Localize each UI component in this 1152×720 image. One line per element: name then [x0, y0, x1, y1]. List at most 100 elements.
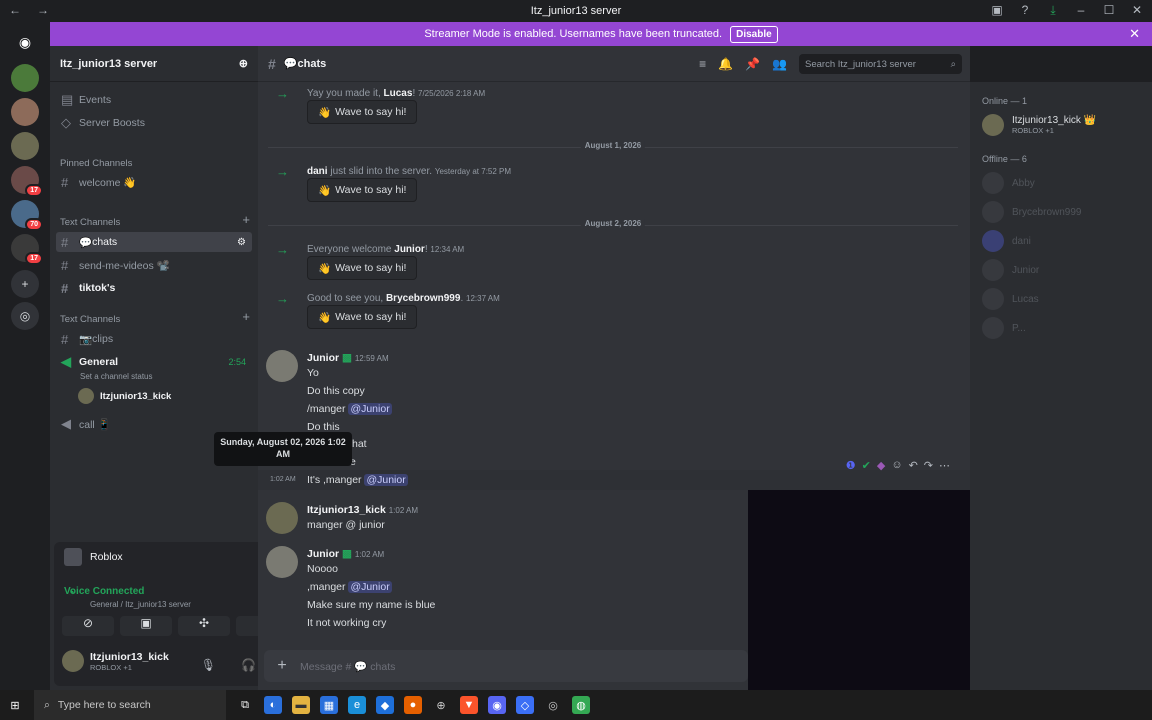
- wave-button[interactable]: 👋 Wave to say hi!: [307, 256, 418, 280]
- message-author[interactable]: Itzjunior13_kick: [307, 504, 386, 516]
- forward-icon[interactable]: →: [36, 3, 50, 17]
- app-icon[interactable]: ◆: [376, 696, 394, 714]
- text-channels-header[interactable]: Text Channels: [60, 217, 120, 228]
- add-server-icon[interactable]: +: [11, 270, 39, 298]
- avatar[interactable]: [266, 350, 298, 382]
- members-icon[interactable]: 👥: [772, 57, 787, 71]
- voice-user[interactable]: Itzjunior13_kick: [78, 388, 171, 404]
- member-item[interactable]: Junior: [982, 259, 1039, 281]
- more-icon[interactable]: ⋯: [939, 459, 950, 472]
- member-item[interactable]: Lucas: [982, 288, 1039, 310]
- server-icon[interactable]: 17: [11, 166, 43, 197]
- reply-icon[interactable]: ↶: [909, 459, 918, 472]
- settings-icon[interactable]: ⚙: [237, 237, 246, 248]
- text-channels-header-2[interactable]: Text Channels: [60, 314, 120, 325]
- channel-status[interactable]: Set a channel status: [80, 372, 153, 381]
- user-mention[interactable]: @Junior: [348, 403, 392, 415]
- minimize-icon[interactable]: –: [1074, 3, 1088, 18]
- avatar[interactable]: [266, 502, 298, 534]
- server-icon[interactable]: [11, 132, 39, 160]
- add-member-icon[interactable]: ⊕: [239, 57, 248, 70]
- server-icon[interactable]: [11, 64, 39, 92]
- close-icon[interactable]: ✕: [1129, 26, 1140, 42]
- server-boosts-item[interactable]: ◇ Server Boosts: [56, 113, 252, 133]
- discord-icon[interactable]: ◉: [488, 696, 506, 714]
- add-reaction-icon[interactable]: ☺: [891, 459, 902, 471]
- taskbar-search[interactable]: ⌕ Type here to search: [34, 690, 226, 720]
- back-icon[interactable]: ←: [8, 3, 22, 17]
- windows-start-icon[interactable]: ⊞: [6, 696, 24, 714]
- forward-icon[interactable]: ↷: [924, 459, 933, 472]
- help-icon[interactable]: ?: [1018, 3, 1032, 18]
- threads-icon[interactable]: ≡: [699, 57, 706, 71]
- channel-tiktoks[interactable]: # tiktok's: [56, 278, 252, 298]
- obs-icon[interactable]: ◎: [544, 696, 562, 714]
- username[interactable]: Brycebrown999: [386, 293, 460, 304]
- task-view-icon[interactable]: ⧉: [236, 696, 254, 714]
- member-item[interactable]: Itzjunior13_kick 👑 ROBLOX +1: [982, 114, 1096, 136]
- server-header[interactable]: Itz_junior13 server ⊕: [50, 46, 258, 82]
- channel-chats[interactable]: # 💬 chats ⚙: [56, 232, 252, 252]
- message-author[interactable]: Junior: [307, 548, 339, 560]
- search-input[interactable]: Search Itz_junior13 server ⌕: [799, 54, 962, 74]
- voice-channel-label[interactable]: General / Itz_junior13 server: [90, 600, 191, 609]
- channel-clips[interactable]: # 📷 clips: [56, 329, 252, 349]
- user-mention[interactable]: @Junior: [348, 581, 392, 593]
- mic-icon[interactable]: 🎙: [201, 658, 216, 672]
- message-input[interactable]: Message # 💬 chats: [300, 660, 395, 673]
- roblox-icon[interactable]: ◇: [516, 696, 534, 714]
- avatar[interactable]: [266, 546, 298, 578]
- close-icon[interactable]: ✕: [1130, 3, 1144, 18]
- server-icon[interactable]: [11, 98, 39, 126]
- user-mention[interactable]: @Junior: [364, 474, 408, 486]
- maximize-icon[interactable]: ☐: [1102, 3, 1116, 18]
- voice-channel-general[interactable]: ◀ General 2:54: [56, 352, 252, 372]
- hover-timestamp[interactable]: 1:02 AM: [270, 476, 296, 483]
- headphones-icon[interactable]: 🎧: [241, 658, 256, 672]
- activity-row[interactable]: Roblox: [64, 548, 123, 566]
- voice-channel-call[interactable]: ◀ call 📱: [56, 414, 252, 434]
- events-item[interactable]: ▤ Events: [56, 90, 252, 110]
- attach-icon[interactable]: +: [264, 657, 300, 675]
- file-explorer-icon[interactable]: ▬: [292, 696, 310, 714]
- pin-icon[interactable]: 📌: [745, 57, 760, 71]
- disable-button[interactable]: Disable: [730, 25, 778, 43]
- download-icon[interactable]: ⤓: [1046, 3, 1060, 18]
- server-icon[interactable]: 70: [11, 200, 43, 231]
- discover-icon[interactable]: ◎: [11, 302, 39, 330]
- username[interactable]: Lucas: [384, 88, 413, 99]
- member-item[interactable]: Brycebrown999: [982, 201, 1081, 223]
- discord-home-icon[interactable]: ◉: [11, 28, 39, 56]
- member-item[interactable]: P...: [982, 317, 1026, 339]
- message-author[interactable]: Junior: [307, 352, 339, 364]
- add-channel-icon[interactable]: +: [242, 309, 250, 324]
- username[interactable]: dani: [307, 166, 328, 177]
- firefox-icon[interactable]: ●: [404, 696, 422, 714]
- channel-welcome[interactable]: # welcome 👋: [56, 172, 252, 192]
- activities-button[interactable]: ✣: [178, 616, 230, 636]
- pinned-channels-header[interactable]: Pinned Channels: [60, 158, 132, 169]
- chrome-icon[interactable]: ◍: [572, 696, 590, 714]
- reaction-one-icon[interactable]: ❶: [846, 459, 856, 472]
- server-icon[interactable]: 17: [11, 234, 43, 265]
- channel-send-me-videos[interactable]: # send-me-videos 📽️: [56, 255, 252, 275]
- wave-button[interactable]: 👋 Wave to say hi!: [307, 100, 418, 124]
- reaction-check-icon[interactable]: ✔: [862, 459, 871, 472]
- add-channel-icon[interactable]: +: [242, 212, 250, 227]
- wave-button[interactable]: 👋 Wave to say hi!: [307, 178, 418, 202]
- screen-share-button[interactable]: ▣: [120, 616, 172, 636]
- edge-icon[interactable]: e: [348, 696, 366, 714]
- camera-button[interactable]: ⊘: [62, 616, 114, 636]
- inbox-icon[interactable]: ▣: [990, 3, 1004, 18]
- reaction-eggplant-icon[interactable]: ◆: [877, 459, 885, 472]
- globe-icon[interactable]: ⊕: [432, 696, 450, 714]
- member-item[interactable]: dani: [982, 230, 1031, 252]
- copilot-icon[interactable]: ◐: [264, 696, 282, 714]
- bell-icon[interactable]: 🔔: [718, 57, 733, 71]
- brave-icon[interactable]: ▼: [460, 696, 478, 714]
- member-item[interactable]: Abby: [982, 172, 1035, 194]
- user-info[interactable]: Itzjunior13_kick ROBLOX +1: [62, 650, 169, 672]
- wave-button[interactable]: 👋 Wave to say hi!: [307, 305, 418, 329]
- store-icon[interactable]: ▦: [320, 696, 338, 714]
- message-composer[interactable]: + Message # 💬 chats: [264, 650, 748, 682]
